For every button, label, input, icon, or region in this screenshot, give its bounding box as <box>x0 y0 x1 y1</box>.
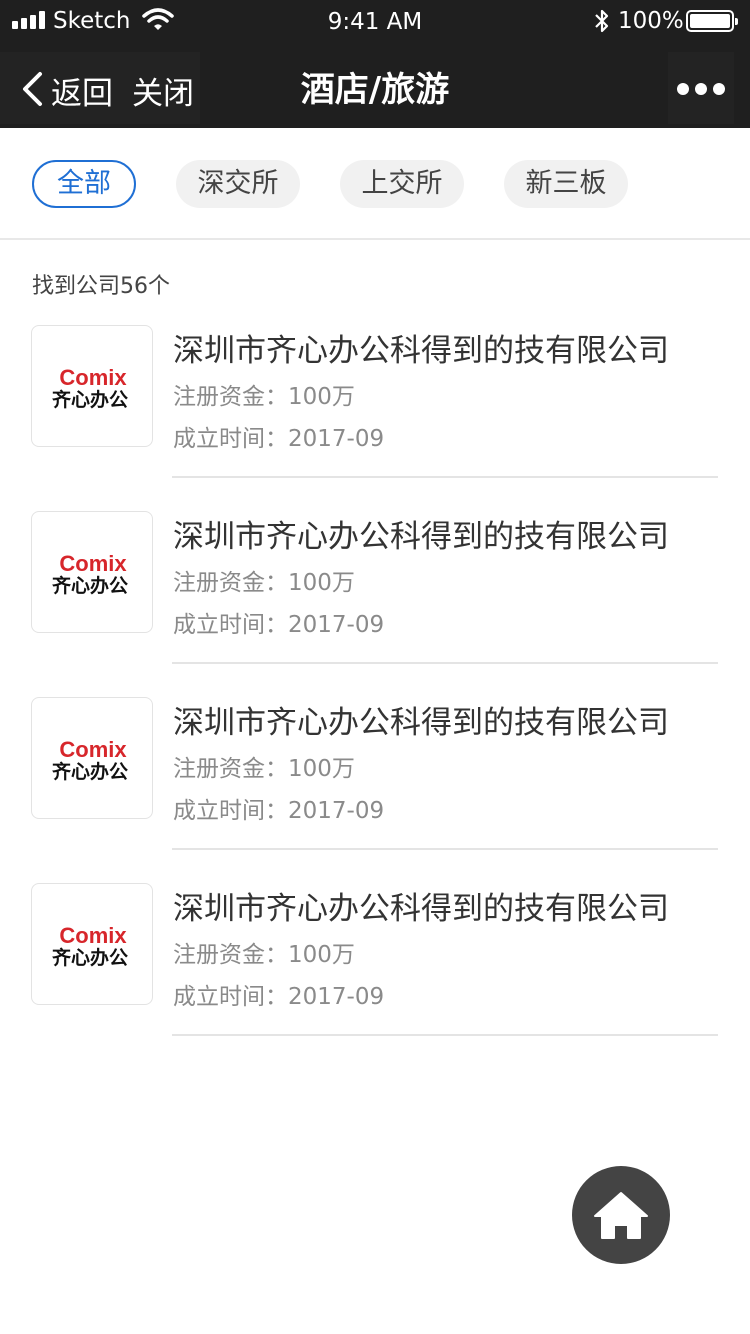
tab-sse[interactable]: 上交所 <box>340 160 464 208</box>
logo-chinese: 齐心办公 <box>52 388 128 411</box>
top-bar: Sketch 9:41 AM 100% 返回 关闭 酒店/旅游 <box>0 0 750 128</box>
status-bar: Sketch 9:41 AM 100% <box>0 0 750 46</box>
result-count: 找到公司56个 <box>32 274 170 299</box>
divider <box>172 476 718 478</box>
page-title: 酒店/旅游 <box>300 70 450 110</box>
logo-chinese: 齐心办公 <box>52 946 128 969</box>
list-item[interactable]: Comix 齐心办公 深圳市齐心办公科得到的技有限公司 注册资金：100万 成立… <box>0 697 750 883</box>
filter-tabs: 全部 深交所 上交所 新三板 <box>0 128 750 240</box>
logo-brand: Comix <box>59 737 127 762</box>
list-item[interactable]: Comix 齐心办公 深圳市齐心办公科得到的技有限公司 注册资金：100万 成立… <box>0 883 750 1069</box>
company-logo: Comix 齐心办公 <box>31 325 153 447</box>
company-logo: Comix 齐心办公 <box>31 697 153 819</box>
list-item[interactable]: Comix 齐心办公 深圳市齐心办公科得到的技有限公司 注册资金：100万 成立… <box>0 511 750 697</box>
founded-date: 成立时间：2017-09 <box>173 798 385 824</box>
logo-brand: Comix <box>59 923 127 948</box>
founded-date: 成立时间：2017-09 <box>173 426 385 452</box>
logo-chinese: 齐心办公 <box>52 574 128 597</box>
divider <box>172 662 718 664</box>
founded-date: 成立时间：2017-09 <box>173 984 385 1010</box>
company-logo: Comix 齐心办公 <box>31 883 153 1005</box>
tab-neeq[interactable]: 新三板 <box>504 160 628 208</box>
founded-date: 成立时间：2017-09 <box>173 612 385 638</box>
tab-all[interactable]: 全部 <box>32 160 136 208</box>
bluetooth-icon <box>595 9 609 33</box>
company-name: 深圳市齐心办公科得到的技有限公司 <box>173 705 669 741</box>
divider <box>172 848 718 850</box>
registered-capital: 注册资金：100万 <box>173 570 355 596</box>
home-button[interactable] <box>572 1166 670 1264</box>
tab-szse[interactable]: 深交所 <box>176 160 300 208</box>
battery-percent: 100% <box>618 8 684 34</box>
registered-capital: 注册资金：100万 <box>173 756 355 782</box>
company-name: 深圳市齐心办公科得到的技有限公司 <box>173 519 669 555</box>
company-logo: Comix 齐心办公 <box>31 511 153 633</box>
registered-capital: 注册资金：100万 <box>173 942 355 968</box>
divider <box>172 1034 718 1036</box>
battery-icon <box>686 10 738 32</box>
logo-brand: Comix <box>59 551 127 576</box>
registered-capital: 注册资金：100万 <box>173 384 355 410</box>
company-name: 深圳市齐心办公科得到的技有限公司 <box>173 333 669 369</box>
list-item[interactable]: Comix 齐心办公 深圳市齐心办公科得到的技有限公司 注册资金：100万 成立… <box>0 325 750 511</box>
company-name: 深圳市齐心办公科得到的技有限公司 <box>173 891 669 927</box>
logo-brand: Comix <box>59 365 127 390</box>
more-dots-icon[interactable] <box>668 52 734 124</box>
home-icon <box>594 1192 648 1239</box>
logo-chinese: 齐心办公 <box>52 760 128 783</box>
